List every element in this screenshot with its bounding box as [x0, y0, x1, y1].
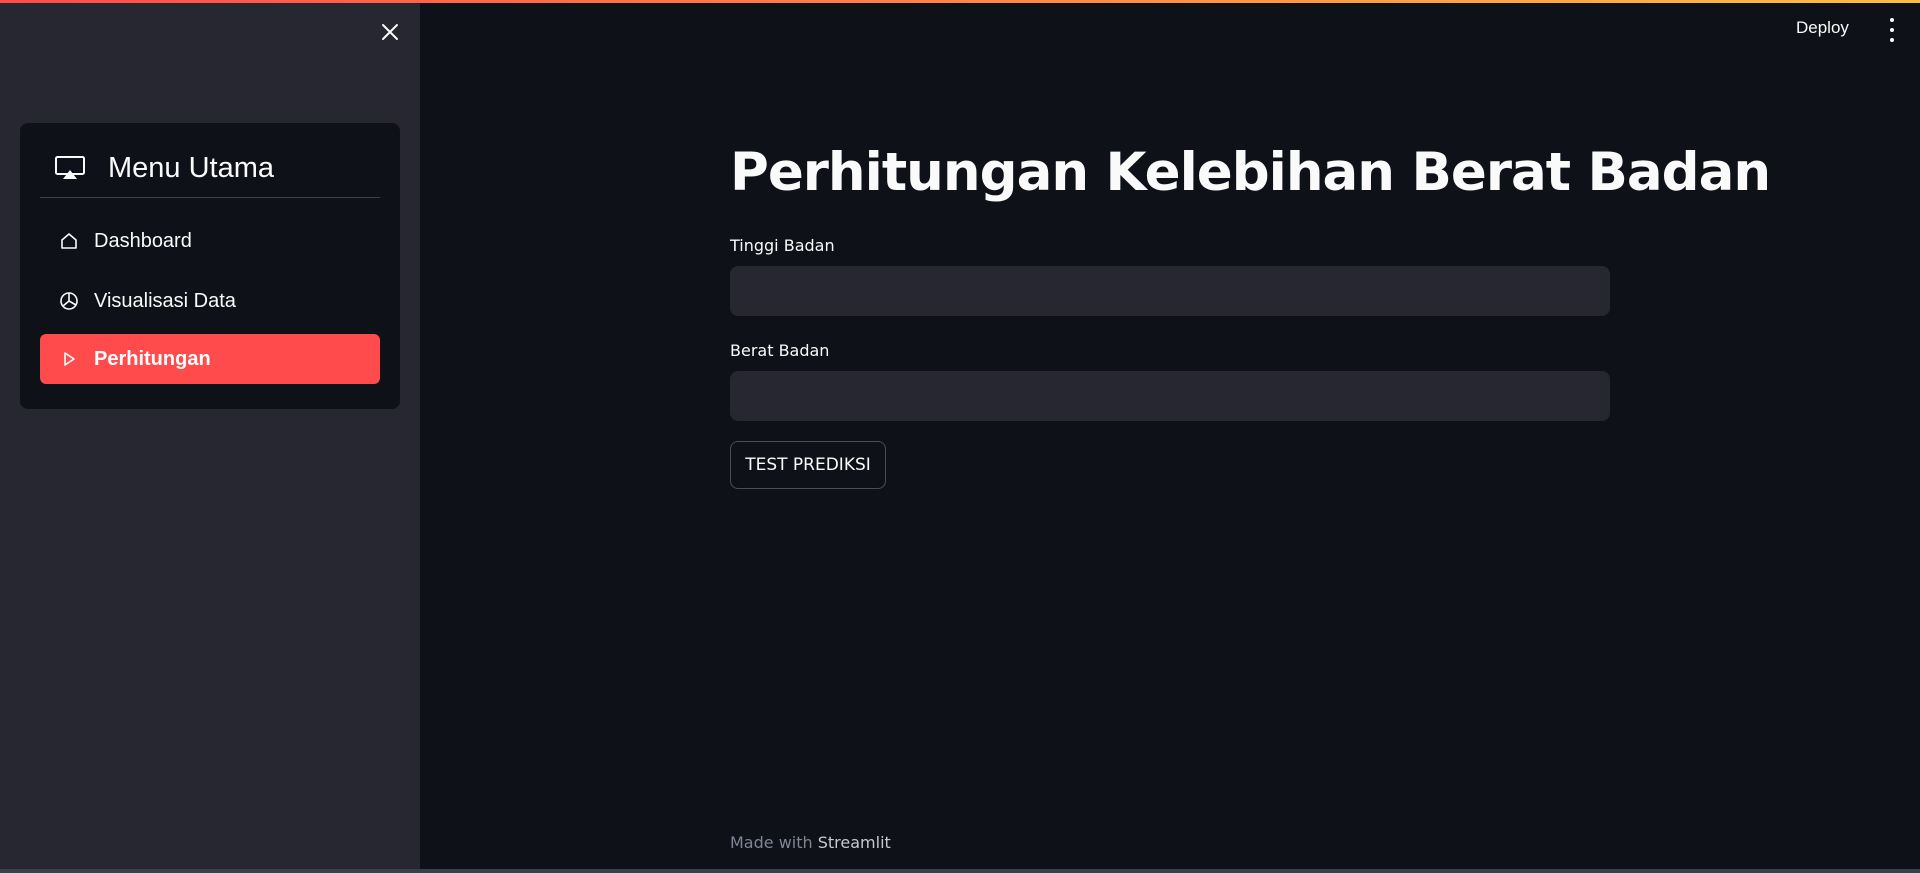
- menu-item-label: Visualisasi Data: [94, 289, 236, 312]
- menu-item-visualisasi-data[interactable]: Visualisasi Data: [40, 276, 380, 326]
- play-icon: [58, 348, 80, 370]
- kebab-dot: [1890, 38, 1894, 42]
- menu-item-label: Perhitungan: [94, 347, 211, 370]
- berat-badan-label: Berat Badan: [730, 341, 830, 360]
- cast-icon: [54, 154, 88, 182]
- close-icon: [382, 24, 398, 40]
- kebab-dot: [1890, 28, 1894, 32]
- footer-prefix: Made with: [730, 833, 813, 852]
- close-sidebar-button[interactable]: [376, 18, 404, 46]
- sidebar: Menu Utama Dashboard Visualisasi Data Pe…: [0, 0, 420, 869]
- kebab-dot: [1890, 18, 1894, 22]
- menu-divider: [40, 197, 380, 198]
- deploy-button[interactable]: Deploy: [1796, 18, 1849, 38]
- top-accent-bar: [0, 0, 1920, 3]
- menu-item-label: Dashboard: [94, 229, 192, 252]
- berat-badan-input[interactable]: [730, 371, 1610, 421]
- pie-chart-icon: [58, 290, 80, 312]
- menu-header: Menu Utama: [40, 145, 380, 191]
- menu-title: Menu Utama: [108, 151, 275, 184]
- menu-item-perhitungan[interactable]: Perhitungan: [40, 334, 380, 384]
- menu-item-dashboard[interactable]: Dashboard: [40, 216, 380, 266]
- option-menu: Menu Utama Dashboard Visualisasi Data Pe…: [20, 123, 400, 409]
- house-icon: [58, 230, 80, 252]
- footer: Made with Streamlit: [730, 833, 891, 852]
- tinggi-badan-input[interactable]: [730, 266, 1610, 316]
- tinggi-badan-label: Tinggi Badan: [730, 236, 835, 255]
- bottom-border: [0, 869, 1920, 873]
- page-title: Perhitungan Kelebihan Berat Badan: [730, 142, 1771, 203]
- main-menu-button[interactable]: [1882, 18, 1902, 42]
- streamlit-link[interactable]: Streamlit: [818, 833, 891, 852]
- test-prediksi-button[interactable]: TEST PREDIKSI: [730, 441, 886, 489]
